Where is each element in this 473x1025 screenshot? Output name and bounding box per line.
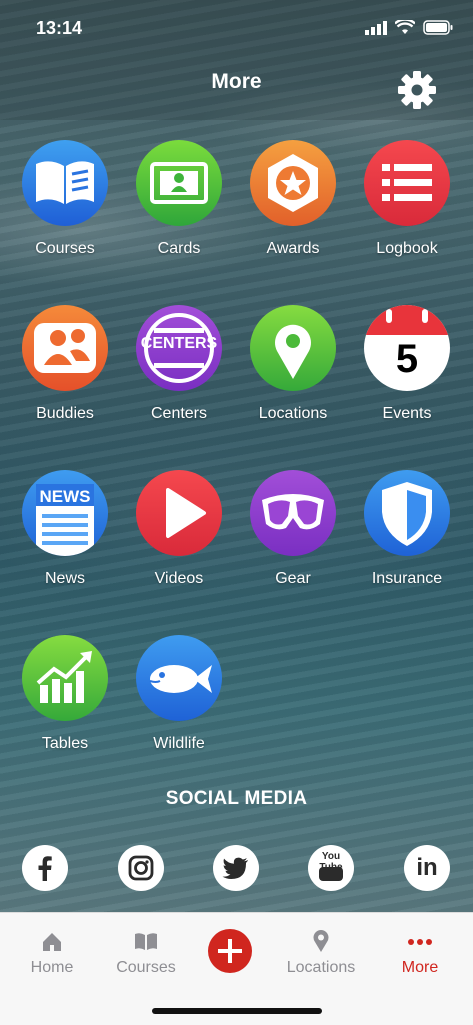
- grid-item-label: Events: [382, 405, 432, 422]
- wifi-icon: [395, 20, 415, 34]
- tab-more[interactable]: More: [365, 927, 473, 977]
- linkedin-icon: in: [416, 854, 438, 881]
- grid-item-label: Locations: [258, 405, 328, 422]
- id-card-icon: [136, 140, 222, 226]
- grid-item-label: Insurance: [371, 570, 443, 587]
- grid-item-label: Courses: [35, 240, 95, 257]
- award-badge-icon: [250, 140, 336, 226]
- grid-item-locations[interactable]: Locations: [236, 305, 350, 445]
- home-icon: [43, 933, 61, 951]
- book-icon: [22, 140, 108, 226]
- tab-label: Locations: [286, 959, 356, 976]
- grid-item-label: Videos: [154, 570, 204, 587]
- book-icon: [135, 933, 157, 950]
- status-bar: 13:14: [0, 18, 473, 42]
- grid-item-awards[interactable]: Awards: [236, 140, 350, 280]
- grid-item-label: Gear: [275, 570, 311, 587]
- grid-item-label: Cards: [157, 240, 201, 257]
- tab-label: Courses: [116, 959, 176, 976]
- youtube-label: You Tube: [319, 851, 343, 873]
- instagram-link[interactable]: [118, 845, 164, 891]
- twitter-link[interactable]: [213, 845, 259, 891]
- map-pin-icon: [250, 305, 336, 391]
- grid-item-tables[interactable]: Tables: [8, 635, 122, 775]
- grid-item-buddies[interactable]: Buddies: [8, 305, 122, 445]
- linkedin-link[interactable]: in: [404, 845, 450, 891]
- calendar-day: 5: [395, 337, 419, 381]
- grid-item-news[interactable]: NEWS News: [8, 470, 122, 610]
- grid-item-centers[interactable]: CENTERS Centers: [122, 305, 236, 445]
- background-ocean: [0, 0, 473, 912]
- more-dots-icon: [408, 939, 432, 945]
- instagram-icon: [128, 855, 154, 881]
- grid-item-events[interactable]: 5 Events: [350, 305, 464, 445]
- grid-item-label: Wildlife: [153, 735, 205, 752]
- add-dive-button[interactable]: [208, 929, 252, 973]
- tab-label: More: [401, 959, 439, 976]
- youtube-link[interactable]: You Tube: [308, 845, 354, 891]
- settings-gear-icon[interactable]: [395, 68, 439, 112]
- grid-item-label: News: [44, 570, 85, 587]
- centers-badge-icon: CENTERS: [136, 305, 222, 391]
- grid-item-label: Logbook: [376, 240, 438, 257]
- grid-item-label: Buddies: [36, 405, 94, 422]
- fish-icon: [136, 635, 222, 721]
- grid-item-label: Awards: [266, 240, 320, 257]
- plus-icon: [218, 939, 242, 963]
- grid-item-videos[interactable]: Videos: [122, 470, 236, 610]
- grid-item-label: Tables: [41, 735, 89, 752]
- grid-item-insurance[interactable]: Insurance: [350, 470, 464, 610]
- dive-mask-icon: [250, 470, 336, 556]
- centers-badge-text: CENTERS: [140, 335, 218, 352]
- grid-item-wildlife[interactable]: Wildlife: [122, 635, 236, 775]
- facebook-icon: [38, 856, 52, 881]
- grid-item-gear[interactable]: Gear: [236, 470, 350, 610]
- tab-courses[interactable]: Courses: [91, 927, 201, 977]
- play-icon: [136, 470, 222, 556]
- grid-item-courses[interactable]: Courses: [8, 140, 122, 280]
- chart-trend-icon: [22, 635, 108, 721]
- grid-item-label: Centers: [150, 405, 208, 422]
- home-indicator: [152, 1008, 322, 1014]
- facebook-link[interactable]: [22, 845, 68, 891]
- tab-locations[interactable]: Locations: [266, 927, 376, 977]
- signal-icon: [365, 20, 387, 35]
- newspaper-icon: NEWS: [22, 470, 108, 556]
- shield-icon: [364, 470, 450, 556]
- twitter-icon: [222, 857, 248, 879]
- grid-item-cards[interactable]: Cards: [122, 140, 236, 280]
- grid-item-logbook[interactable]: Logbook: [350, 140, 464, 280]
- buddies-icon: [22, 305, 108, 391]
- battery-icon: [423, 20, 453, 35]
- news-badge-text: NEWS: [39, 487, 91, 506]
- map-pin-icon: [313, 930, 329, 952]
- list-icon: [364, 140, 450, 226]
- calendar-icon: 5: [364, 305, 450, 391]
- social-media-heading: SOCIAL MEDIA: [165, 788, 308, 809]
- status-time: 13:14: [36, 18, 83, 38]
